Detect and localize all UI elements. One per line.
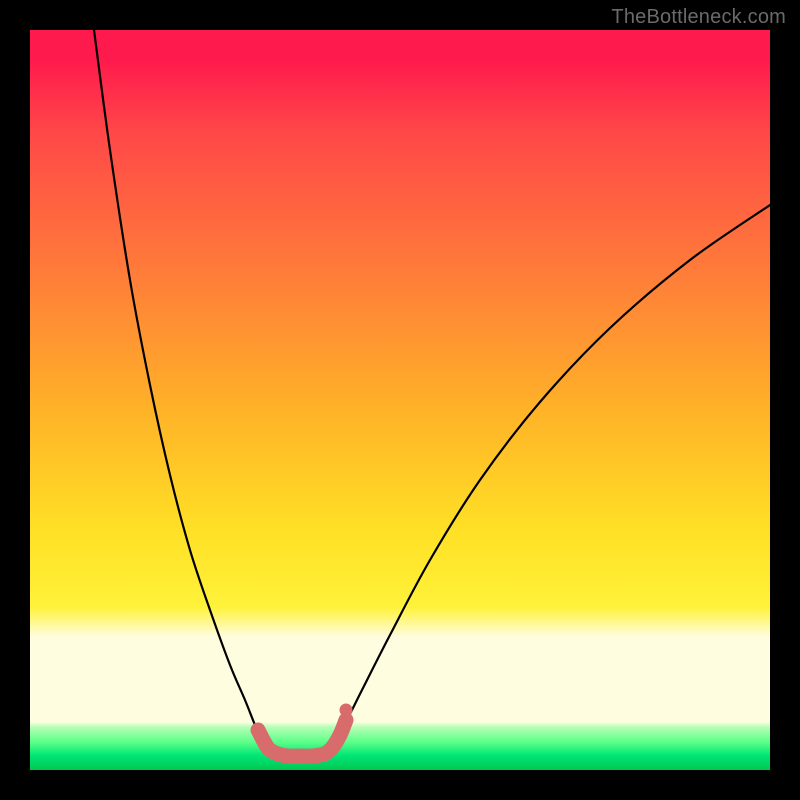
outer-frame: TheBottleneck.com: [0, 0, 800, 800]
curve-left-branch: [94, 30, 268, 748]
curve-trough: [258, 720, 346, 756]
watermark-text: TheBottleneck.com: [611, 6, 786, 29]
curve-right-branch: [330, 205, 770, 748]
trough-outlier-dot: [340, 704, 353, 717]
curve-svg: [30, 30, 770, 770]
plot-area: [30, 30, 770, 770]
